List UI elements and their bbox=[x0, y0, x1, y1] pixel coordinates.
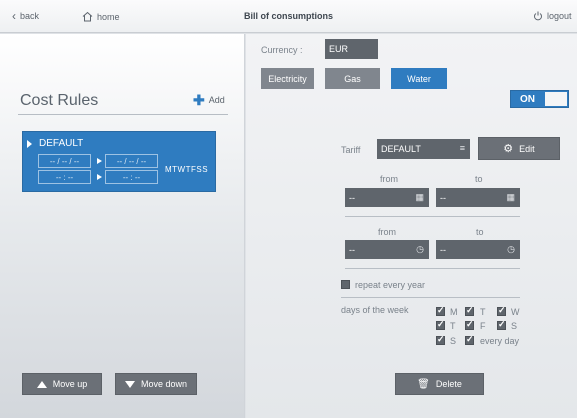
play-icon bbox=[97, 174, 102, 180]
rule-time-to: -- : -- bbox=[105, 170, 158, 184]
day-checkbox-thursday[interactable] bbox=[436, 319, 445, 330]
edit-button[interactable]: ⚙ Edit bbox=[478, 137, 560, 160]
date-to-label: to bbox=[475, 174, 483, 184]
day-label: S bbox=[450, 336, 457, 346]
add-label: Add bbox=[208, 95, 225, 105]
clock-icon: ◷ bbox=[507, 244, 515, 254]
date-from-input[interactable]: -- ▦ bbox=[345, 188, 429, 207]
every-day-checkbox[interactable] bbox=[465, 334, 474, 345]
edit-label: Edit bbox=[519, 143, 535, 154]
calendar-icon: ▦ bbox=[506, 192, 515, 202]
logout-button[interactable]: logout bbox=[533, 11, 572, 21]
separator bbox=[345, 268, 520, 269]
list-icon: ≡ bbox=[459, 143, 465, 153]
every-day-label: every day bbox=[480, 336, 520, 346]
time-from-label: from bbox=[378, 227, 396, 237]
time-to-input[interactable]: -- ◷ bbox=[436, 240, 520, 259]
day-label: F bbox=[480, 321, 486, 331]
tab-gas[interactable]: Gas bbox=[325, 68, 380, 89]
triangle-up-icon bbox=[36, 380, 47, 388]
move-up-label: Move up bbox=[52, 379, 88, 389]
move-down-label: Move down bbox=[140, 379, 188, 389]
rule-date-from: -- / -- / -- bbox=[38, 154, 91, 168]
toggle-knob bbox=[545, 92, 567, 106]
title-divider bbox=[18, 114, 228, 115]
date-to-value: -- bbox=[440, 192, 446, 203]
toggle-label: ON bbox=[520, 94, 535, 105]
rule-date-to: -- / -- / -- bbox=[105, 154, 158, 168]
day-checkbox-sunday[interactable] bbox=[436, 334, 445, 345]
day-checkbox-tuesday[interactable] bbox=[465, 305, 474, 316]
add-rule-button[interactable]: ✚ Add bbox=[193, 91, 225, 108]
day-label: S bbox=[511, 321, 518, 331]
play-icon bbox=[97, 158, 102, 164]
rule-name: DEFAULT bbox=[39, 138, 84, 149]
time-to-value: -- bbox=[440, 244, 446, 255]
time-from-input[interactable]: -- ◷ bbox=[345, 240, 429, 259]
repeat-checkbox[interactable] bbox=[341, 280, 350, 289]
tab-electricity[interactable]: Electricity bbox=[261, 68, 314, 89]
top-bar: ‹ back home Bill of consumptions logout bbox=[0, 0, 577, 33]
currency-field[interactable]: EUR bbox=[325, 39, 378, 59]
day-label: T bbox=[450, 321, 456, 331]
currency-label: Currency : bbox=[261, 45, 303, 55]
day-label: T bbox=[480, 307, 486, 317]
separator bbox=[341, 297, 520, 298]
separator bbox=[345, 216, 520, 217]
repeat-label: repeat every year bbox=[355, 280, 426, 290]
move-up-button[interactable]: Move up bbox=[22, 373, 102, 395]
rule-days: MTWTFSS bbox=[165, 165, 209, 174]
selected-arrow-icon bbox=[27, 140, 32, 148]
trash-icon: 🗑 bbox=[417, 378, 430, 390]
day-checkbox-monday[interactable] bbox=[436, 305, 445, 316]
days-label: days of the week bbox=[341, 305, 409, 315]
time-to-label: to bbox=[476, 227, 484, 237]
day-checkbox-saturday[interactable] bbox=[497, 319, 506, 330]
tariff-value: DEFAULT bbox=[381, 144, 421, 154]
day-checkbox-friday[interactable] bbox=[465, 319, 474, 330]
date-from-label: from bbox=[380, 174, 398, 184]
day-label: W bbox=[511, 307, 520, 317]
plus-icon: ✚ bbox=[193, 91, 205, 108]
tariff-label: Tariff bbox=[341, 145, 361, 155]
move-down-button[interactable]: Move down bbox=[115, 373, 197, 395]
rule-time-from: -- : -- bbox=[38, 170, 91, 184]
clock-icon: ◷ bbox=[416, 244, 424, 254]
cost-rules-title: Cost Rules bbox=[20, 92, 99, 109]
date-from-value: -- bbox=[349, 192, 355, 203]
time-from-value: -- bbox=[349, 244, 355, 255]
delete-label: Delete bbox=[435, 379, 462, 389]
calendar-icon: ▦ bbox=[415, 192, 424, 202]
logout-label: logout bbox=[547, 11, 572, 21]
enabled-toggle[interactable]: ON bbox=[510, 90, 569, 108]
page-title: Bill of consumptions bbox=[244, 11, 333, 21]
triangle-down-icon bbox=[124, 380, 135, 388]
gear-icon: ⚙ bbox=[503, 143, 514, 155]
day-checkbox-wednesday[interactable] bbox=[497, 305, 506, 316]
cost-rule-item[interactable]: DEFAULT -- / -- / -- -- / -- / -- -- : -… bbox=[22, 131, 216, 192]
tariff-select[interactable]: DEFAULT ≡ bbox=[377, 139, 470, 159]
tab-water[interactable]: Water bbox=[391, 68, 447, 89]
day-label: M bbox=[450, 307, 458, 317]
date-to-input[interactable]: -- ▦ bbox=[436, 188, 520, 207]
power-icon bbox=[534, 11, 542, 21]
delete-button[interactable]: 🗑 Delete bbox=[395, 373, 484, 395]
